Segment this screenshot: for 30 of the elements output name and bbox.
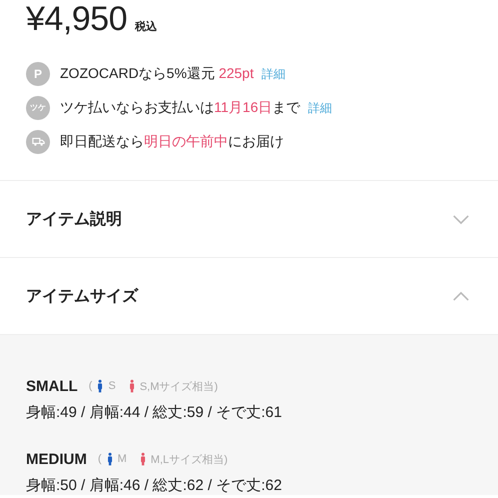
price: ¥4,950 <box>26 2 127 36</box>
highlight-text: 11月16日 <box>214 98 272 114</box>
size-note: M <box>118 453 127 465</box>
benefit-text: まで <box>272 98 300 114</box>
benefit-text: ZOZOCARDなら5%還元 <box>60 64 216 80</box>
benefit-text: 即日配送なら <box>60 132 144 148</box>
man-icon <box>97 379 104 393</box>
size-note: M,Lサイズ相当) <box>150 452 228 466</box>
point-icon: P <box>26 62 50 86</box>
benefit-text: ツケ払いならお支払いは <box>60 98 214 114</box>
highlight-text: 225pt <box>218 64 254 80</box>
payment-icon: ツケ <box>26 96 50 120</box>
size-measurements: 身幅:49 / 肩幅:44 / 総丈:59 / そで丈:61 <box>26 403 283 422</box>
size-note: S <box>108 380 116 392</box>
size-note: S,Mサイズ相当) <box>140 380 218 394</box>
man-icon <box>106 452 112 466</box>
size-note: ( <box>88 380 92 392</box>
highlight-text: 明日の午前中 <box>144 132 228 148</box>
size-name: MEDIUM <box>26 450 87 468</box>
section-title: アイテム説明 <box>26 209 122 230</box>
size-measurements: 身幅:50 / 肩幅:46 / 総丈:62 / そで丈:62 <box>26 476 283 495</box>
section-header[interactable]: アイテム説明 <box>0 181 498 258</box>
size-note: ( <box>98 453 102 465</box>
tax-label: 税込 <box>135 20 157 34</box>
woman-icon <box>128 379 135 393</box>
section-title: アイテムサイズ <box>26 286 138 306</box>
benefit-text: にお届け <box>228 132 284 148</box>
size-name: SMALL <box>26 378 78 394</box>
truck-icon <box>26 130 50 154</box>
woman-icon <box>140 452 146 466</box>
